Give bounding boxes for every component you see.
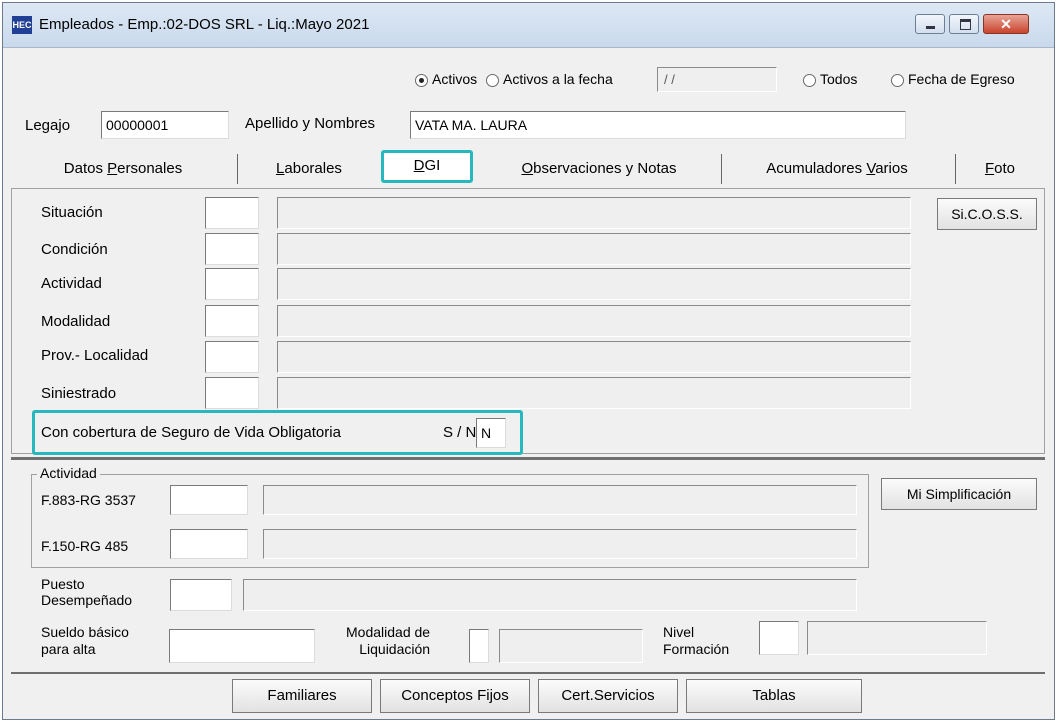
- situacion-desc: [277, 197, 911, 229]
- tab-datos-personales[interactable]: Datos Personales: [11, 150, 235, 188]
- puesto-desc: [243, 579, 857, 611]
- modalidad-code[interactable]: [205, 305, 259, 337]
- siniestrado-label: Siniestrado: [41, 385, 117, 402]
- f883-label: F.883-RG 3537: [41, 492, 136, 508]
- actividad-group-label: Actividad: [37, 465, 100, 481]
- f150-label: F.150-RG 485: [41, 538, 129, 554]
- tab-acumuladores[interactable]: Acumuladores Varios: [723, 150, 951, 188]
- modalidad-liq-code[interactable]: [469, 629, 489, 663]
- condicion-label: Condición: [41, 241, 108, 258]
- f883-code[interactable]: [170, 485, 248, 515]
- actividad-code[interactable]: [205, 268, 259, 300]
- tab-separator: [237, 154, 238, 184]
- f150-desc: [263, 529, 857, 559]
- modalidad-liq-label: Modalidad de Liquidación: [346, 624, 431, 657]
- close-icon: ✕: [1000, 16, 1012, 32]
- nombre-input[interactable]: VATA MA. LAURA: [410, 111, 906, 139]
- condicion-code[interactable]: [205, 233, 259, 265]
- familiares-button[interactable]: Familiares: [232, 679, 372, 713]
- nivel-formacion-desc: [807, 621, 987, 655]
- actividad-desc: [277, 268, 911, 300]
- tab-separator: [955, 154, 956, 184]
- tab-foto[interactable]: Foto: [957, 150, 1043, 188]
- fecha-input[interactable]: / /: [657, 67, 777, 92]
- situacion-label: Situación: [41, 204, 103, 221]
- nivel-formacion-label: Nivel Formación: [663, 624, 730, 657]
- employee-window: HEC Empleados - Emp.:02-DOS SRL - Liq.:M…: [2, 2, 1055, 720]
- puesto-code[interactable]: [170, 579, 232, 611]
- app-icon: HEC: [12, 16, 32, 34]
- prov-localidad-code[interactable]: [205, 341, 259, 373]
- window-title: Empleados - Emp.:02-DOS SRL - Liq.:Mayo …: [39, 16, 370, 33]
- modalidad-liq-desc: [499, 629, 643, 663]
- condicion-desc: [277, 233, 911, 265]
- prov-localidad-label: Prov.- Localidad: [41, 347, 149, 364]
- siniestrado-code[interactable]: [205, 377, 259, 409]
- conceptos-fijos-button[interactable]: Conceptos Fijos: [380, 679, 530, 713]
- minimize-button[interactable]: [915, 14, 945, 34]
- radio-todos-label[interactable]: Todos: [820, 71, 857, 87]
- tab-strip: Datos Personales Laborales DGI Observaci…: [11, 150, 1043, 188]
- radio-activos-fecha[interactable]: [486, 74, 499, 87]
- sueldo-input[interactable]: [169, 629, 315, 663]
- title-bar[interactable]: HEC Empleados - Emp.:02-DOS SRL - Liq.:M…: [3, 3, 1054, 48]
- maximize-button[interactable]: [949, 14, 979, 34]
- sueldo-label: Sueldo básico para alta: [41, 624, 129, 657]
- radio-activos-label[interactable]: Activos: [432, 71, 477, 87]
- radio-activos[interactable]: [415, 74, 428, 87]
- actividad-label: Actividad: [41, 275, 102, 292]
- puesto-label: Puesto Desempeñado: [41, 576, 133, 608]
- seguro-sn-input[interactable]: N: [476, 418, 506, 448]
- section-divider: [11, 457, 1045, 460]
- sicoss-button[interactable]: Si.C.O.S.S.: [937, 198, 1037, 230]
- modalidad-label: Modalidad: [41, 313, 111, 330]
- legajo-input[interactable]: 00000001: [101, 111, 229, 139]
- modalidad-desc: [277, 305, 911, 337]
- radio-fecha-egreso-label[interactable]: Fecha de Egreso: [908, 71, 1015, 87]
- siniestrado-desc: [277, 377, 911, 409]
- radio-todos[interactable]: [803, 74, 816, 87]
- mi-simplificacion-button[interactable]: Mi Simplificación: [881, 478, 1037, 510]
- close-button[interactable]: ✕: [983, 14, 1029, 34]
- bottom-divider: [11, 672, 1045, 674]
- cert-servicios-button[interactable]: Cert.Servicios: [538, 679, 678, 713]
- dgi-tab-highlight: [381, 150, 473, 183]
- radio-fecha-egreso[interactable]: [891, 74, 904, 87]
- radio-activos-fecha-label[interactable]: Activos a la fecha: [503, 71, 613, 87]
- legajo-label: Legajo: [25, 117, 71, 134]
- seguro-label: Con cobertura de Seguro de Vida Obligato…: [41, 424, 341, 441]
- tab-laborales[interactable]: Laborales: [239, 150, 379, 188]
- sn-label: S / N: [443, 424, 477, 441]
- nombre-label: Apellido y Nombres: [245, 115, 376, 132]
- tab-separator: [721, 154, 722, 184]
- tablas-button[interactable]: Tablas: [686, 679, 862, 713]
- f150-code[interactable]: [170, 529, 248, 559]
- f883-desc: [263, 485, 857, 515]
- tab-observaciones[interactable]: Observaciones y Notas: [479, 150, 719, 188]
- nivel-formacion-code[interactable]: [759, 621, 799, 655]
- prov-localidad-desc: [277, 341, 911, 373]
- situacion-code[interactable]: [205, 197, 259, 229]
